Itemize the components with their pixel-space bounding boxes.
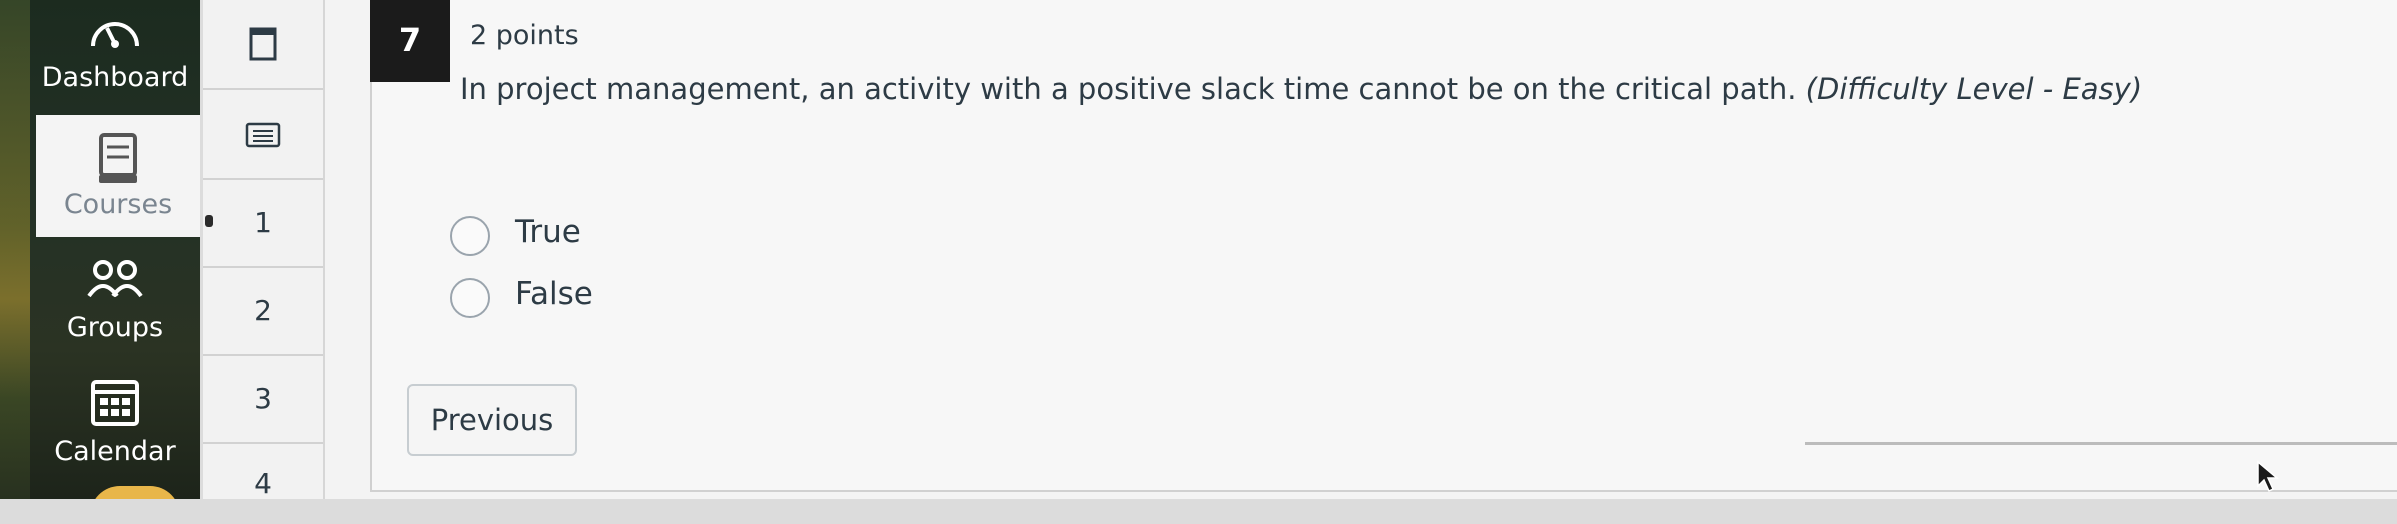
nav-item-groups[interactable]: Groups [30, 250, 200, 360]
notes-icon [245, 122, 281, 148]
dashboard-gauge-icon [91, 22, 139, 48]
nav-item-dashboard[interactable]: Dashboard [30, 0, 200, 110]
answer-label: True [515, 214, 581, 250]
global-nav: Dashboard Courses Groups Calendar [0, 0, 200, 499]
nav-item-label: Dashboard [41, 62, 189, 93]
nav-item-courses[interactable]: Courses [36, 115, 200, 237]
question-nav-item[interactable]: 1 [203, 180, 323, 268]
previous-button[interactable]: Previous [407, 384, 577, 456]
question-text: In project management, an activity with … [460, 72, 2142, 106]
nav-item-label: Calendar [54, 436, 176, 467]
question-points: 2 points [470, 20, 579, 51]
groups-people-icon [87, 260, 143, 298]
main-content: 7 2 points In project management, an act… [325, 0, 2397, 499]
nav-item-calendar[interactable]: Calendar [30, 370, 200, 480]
question-number: 7 [370, 0, 450, 82]
question-nav-item[interactable]: 3 [203, 356, 323, 444]
radio-button[interactable] [450, 278, 490, 318]
question-nav-item[interactable]: 2 [203, 268, 323, 356]
bookmark-toggle[interactable] [203, 0, 323, 90]
courses-book-icon [99, 133, 137, 183]
active-indicator [205, 215, 213, 227]
divider [1805, 442, 2397, 445]
bookmark-icon [249, 27, 277, 61]
question-nav: 1 2 3 4 [203, 0, 325, 500]
calendar-icon [91, 380, 139, 426]
notes-toggle[interactable] [203, 90, 323, 180]
nav-item-label: Groups [66, 312, 164, 343]
nav-background-image [0, 0, 30, 499]
question-body: In project management, an activity with … [460, 72, 1797, 106]
avatar[interactable] [90, 486, 180, 499]
answer-label: False [515, 276, 593, 312]
nav-item-label: Courses [63, 189, 173, 220]
mouse-cursor-icon [2257, 460, 2280, 493]
radio-button[interactable] [450, 216, 490, 256]
question-difficulty: (Difficulty Level - Easy) [1805, 72, 2143, 106]
question-nav-item[interactable]: 4 [203, 444, 323, 504]
